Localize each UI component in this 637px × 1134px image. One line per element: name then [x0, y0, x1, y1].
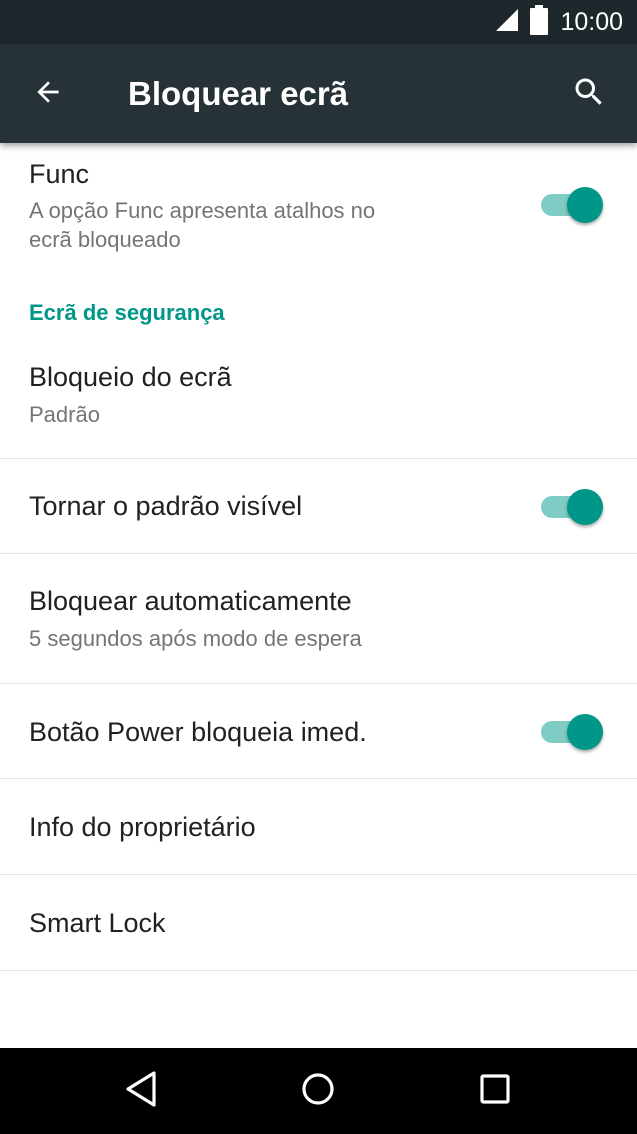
setting-smart-lock[interactable]: Smart Lock	[0, 875, 637, 970]
setting-func-subtitle-line1: A opção Func apresenta atalhos no	[29, 198, 376, 223]
setting-smart-lock-title: Smart Lock	[29, 908, 166, 938]
nav-recents-icon	[479, 1073, 511, 1110]
func-toggle-thumb	[567, 187, 603, 223]
setting-auto-lock[interactable]: Bloquear automaticamente 5 segundos após…	[0, 554, 637, 683]
setting-power-lock-title: Botão Power bloqueia imed.	[29, 717, 367, 747]
setting-auto-lock-subtitle: 5 segundos após modo de espera	[29, 626, 362, 651]
arrow-back-icon	[32, 76, 64, 113]
setting-pattern-visible-title: Tornar o padrão visível	[29, 491, 303, 521]
setting-screen-lock[interactable]: Bloqueio do ecrã Padrão	[0, 345, 637, 458]
app-bar: Bloquear ecrã	[0, 44, 637, 143]
pattern-visible-toggle-thumb	[567, 489, 603, 525]
screen: 10:00 Bloquear ecrã Func A opção Func ap…	[0, 0, 637, 1134]
func-toggle[interactable]	[541, 185, 603, 225]
status-time: 10:00	[560, 7, 623, 36]
power-lock-toggle[interactable]	[541, 712, 603, 752]
status-icons: 10:00	[494, 0, 623, 44]
setting-owner-info-title: Info do proprietário	[29, 812, 256, 842]
navigation-bar	[0, 1048, 637, 1134]
section-header-security: Ecrã de segurança	[29, 300, 225, 325]
setting-func-subtitle-line2: ecrã bloqueado	[29, 227, 181, 252]
setting-pattern-visible[interactable]: Tornar o padrão visível	[0, 459, 637, 553]
status-bar: 10:00	[0, 0, 637, 44]
setting-power-lock[interactable]: Botão Power bloqueia imed.	[0, 684, 637, 778]
nav-back-button[interactable]	[111, 1061, 171, 1121]
search-icon	[571, 74, 607, 115]
battery-icon	[530, 4, 549, 40]
nav-home-icon	[300, 1071, 336, 1112]
pattern-visible-toggle[interactable]	[541, 487, 603, 527]
nav-home-button[interactable]	[288, 1061, 348, 1121]
setting-func[interactable]: Func A opção Func apresenta atalhos no e…	[0, 143, 637, 283]
divider	[0, 970, 637, 971]
setting-screen-lock-subtitle: Padrão	[29, 402, 100, 427]
setting-owner-info[interactable]: Info do proprietário	[0, 779, 637, 874]
search-button[interactable]	[561, 68, 617, 120]
nav-back-icon	[124, 1070, 158, 1113]
signal-icon	[494, 7, 520, 38]
nav-recents-button[interactable]	[465, 1061, 525, 1121]
page-title: Bloquear ecrã	[128, 75, 349, 112]
settings-list: Func A opção Func apresenta atalhos no e…	[0, 143, 637, 1048]
power-lock-toggle-thumb	[567, 714, 603, 750]
setting-auto-lock-title: Bloquear automaticamente	[29, 586, 352, 616]
setting-screen-lock-title: Bloqueio do ecrã	[29, 362, 232, 392]
back-button[interactable]	[20, 68, 76, 120]
setting-func-title: Func	[29, 159, 90, 189]
